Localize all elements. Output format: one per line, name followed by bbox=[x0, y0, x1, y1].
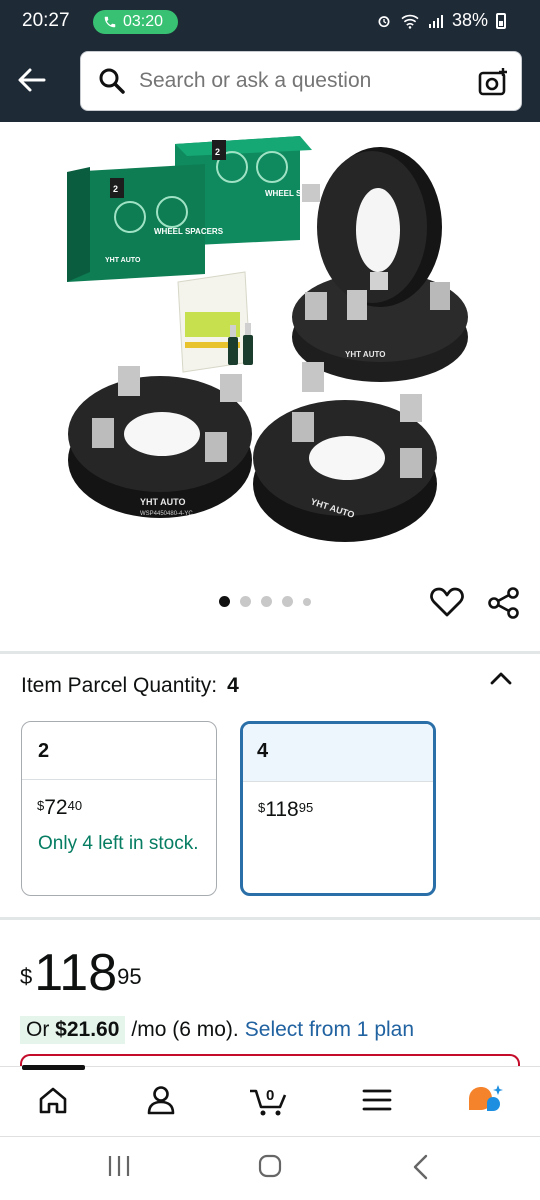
active-tab-indicator bbox=[22, 1065, 85, 1070]
cart-count: 0 bbox=[266, 1087, 274, 1104]
quantity-label-text: Item Parcel Quantity: bbox=[21, 674, 218, 697]
recent-apps-icon[interactable] bbox=[107, 1153, 131, 1179]
product-manual bbox=[177, 271, 251, 373]
phone-icon bbox=[104, 16, 116, 28]
financing-badge: Or $21.60 bbox=[20, 1016, 126, 1044]
home-button-icon[interactable] bbox=[257, 1153, 283, 1179]
financing-amount: $21.60 bbox=[55, 1018, 120, 1041]
carousel-dot[interactable] bbox=[261, 596, 272, 607]
system-nav-bar bbox=[0, 1136, 540, 1200]
spacer-flat-right: YHT AUTO bbox=[253, 362, 437, 542]
option-price-whole: 72 bbox=[44, 796, 68, 819]
quantity-label: Item Parcel Quantity: 4 bbox=[21, 674, 239, 698]
back-arrow-icon[interactable] bbox=[16, 64, 48, 96]
box-count-back: 2 bbox=[215, 147, 220, 157]
call-duration: 03:20 bbox=[123, 13, 164, 30]
price-whole: 118 bbox=[34, 944, 118, 1002]
wifi-icon bbox=[401, 14, 419, 29]
heart-icon[interactable] bbox=[430, 587, 464, 617]
select-plan-link[interactable]: Select from 1 plan bbox=[245, 1018, 414, 1042]
home-icon bbox=[39, 1087, 67, 1114]
quantity-option-2[interactable]: 2 $7240 Only 4 left in stock. bbox=[21, 721, 217, 896]
box-count-front: 2 bbox=[113, 184, 118, 194]
status-bar: 20:27 03:20 38% bbox=[0, 0, 540, 42]
app-header bbox=[0, 42, 540, 122]
box-label-front: WHEEL SPACERS bbox=[154, 227, 224, 236]
menu-tab[interactable] bbox=[357, 1082, 397, 1118]
battery-icon bbox=[496, 12, 506, 29]
carousel-dot[interactable] bbox=[240, 596, 251, 607]
home-tab[interactable] bbox=[33, 1082, 73, 1118]
box-brand: YHT AUTO bbox=[105, 257, 141, 264]
spacer-upright: YHT AUTO bbox=[292, 147, 468, 382]
financing-terms: /mo (6 mo). bbox=[131, 1018, 239, 1041]
share-icon[interactable] bbox=[487, 586, 521, 620]
spacer-part-left: WSP4450480-4-YC bbox=[140, 511, 193, 517]
product-price: $11895 bbox=[20, 945, 142, 1001]
spacer-brand-upright: YHT AUTO bbox=[345, 350, 385, 359]
system-back-icon[interactable] bbox=[410, 1153, 432, 1181]
financing-prefix: Or bbox=[26, 1018, 50, 1041]
spacer-brand-left: YHT AUTO bbox=[140, 497, 186, 507]
signal-icon bbox=[428, 14, 443, 28]
carousel-dot[interactable] bbox=[219, 596, 230, 607]
rufus-assistant-tab[interactable] bbox=[465, 1082, 505, 1118]
account-tab[interactable] bbox=[141, 1082, 181, 1118]
image-carousel-dots[interactable] bbox=[219, 596, 311, 607]
alarm-icon bbox=[378, 15, 390, 27]
status-icons: 38% bbox=[376, 10, 506, 31]
status-time: 20:27 bbox=[22, 10, 70, 31]
spacer-flat-left: YHT AUTO WSP4450480-4-YC bbox=[68, 366, 252, 518]
option-price-fraction: 40 bbox=[67, 798, 83, 813]
search-input[interactable] bbox=[139, 69, 459, 93]
quantity-value: 4 bbox=[227, 674, 239, 697]
camera-search-icon[interactable] bbox=[477, 66, 509, 98]
product-box-front: WHEEL SPACERS YHT AUTO 2 bbox=[67, 164, 224, 282]
quantity-option-4[interactable]: 4 $11895 bbox=[240, 721, 436, 896]
option-price-whole: 118 bbox=[265, 798, 299, 821]
option-price-fraction: 95 bbox=[298, 800, 314, 815]
hamburger-menu-icon bbox=[362, 1089, 392, 1111]
product-image[interactable]: WHEEL SPACERS 2 WHEEL SPACERS YHT AUTO 2 bbox=[0, 122, 540, 582]
option-quantity: 2 bbox=[22, 722, 216, 780]
option-price: $11895 bbox=[243, 782, 433, 822]
option-price: $7240 bbox=[22, 780, 216, 820]
chevron-up-icon[interactable] bbox=[488, 668, 514, 688]
carousel-dot[interactable] bbox=[282, 596, 293, 607]
section-divider bbox=[0, 917, 540, 920]
search-bar[interactable] bbox=[80, 51, 522, 111]
carousel-dot[interactable] bbox=[303, 597, 311, 606]
search-icon bbox=[99, 68, 125, 94]
person-icon bbox=[147, 1086, 175, 1115]
financing-info: Or $21.60 /mo (6 mo). Select from 1 plan bbox=[20, 1016, 414, 1044]
cart-icon: 0 bbox=[250, 1087, 287, 1116]
battery-level: 38% bbox=[451, 10, 488, 30]
option-stock: Only 4 left in stock. bbox=[38, 833, 199, 854]
section-divider bbox=[0, 651, 540, 654]
price-currency: $ bbox=[20, 964, 33, 989]
option-currency: $ bbox=[37, 798, 45, 813]
call-indicator[interactable]: 03:20 bbox=[93, 10, 178, 34]
option-currency: $ bbox=[258, 800, 266, 815]
price-fraction: 95 bbox=[117, 964, 142, 989]
option-quantity: 4 bbox=[243, 724, 433, 782]
assistant-icon bbox=[469, 1085, 503, 1111]
cart-tab[interactable]: 0 bbox=[248, 1082, 288, 1118]
